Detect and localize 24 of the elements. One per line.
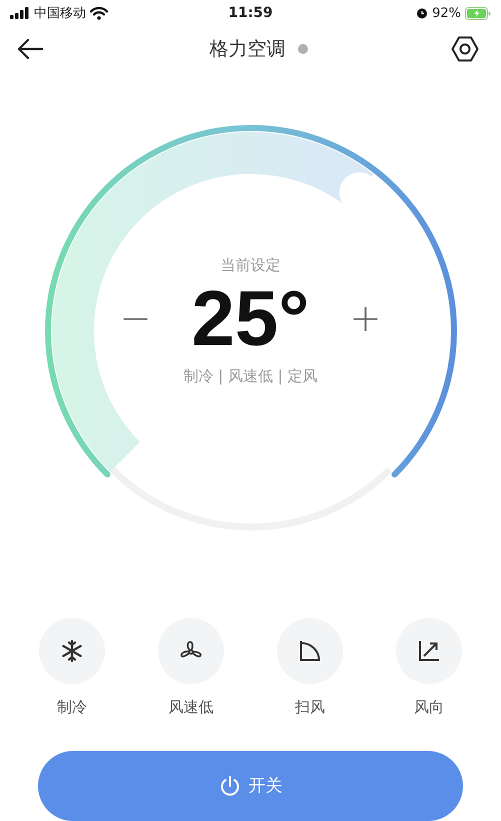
mode-label: 扫风: [295, 698, 325, 717]
settings-icon[interactable]: [451, 36, 479, 62]
sweep-icon: [298, 639, 322, 663]
power-button[interactable]: 开关: [38, 751, 463, 821]
increase-button[interactable]: +: [346, 299, 386, 337]
decrease-button[interactable]: −: [116, 299, 156, 337]
wifi-icon: [90, 6, 108, 20]
page-title: 格力空调: [210, 36, 286, 62]
battery-icon: [465, 6, 491, 20]
battery-percent: 92%: [432, 6, 461, 21]
back-icon[interactable]: [17, 38, 43, 60]
carrier-name: 中国移动: [34, 5, 86, 22]
mode-label: 制冷: [57, 698, 87, 717]
mode-summary: 制冷 | 风速低 | 定风: [183, 367, 318, 386]
signal-icon: [10, 7, 30, 20]
mode-label: 风速低: [168, 698, 214, 717]
power-icon: [218, 775, 240, 797]
snowflake-icon: [60, 639, 84, 663]
alarm-icon: [416, 7, 428, 20]
setting-caption: 当前设定: [220, 256, 280, 275]
direction-icon: [417, 639, 441, 663]
status-time: 11:59: [228, 5, 273, 22]
mode-label: 风向: [414, 698, 444, 717]
temperature-value: 25°: [190, 279, 310, 357]
